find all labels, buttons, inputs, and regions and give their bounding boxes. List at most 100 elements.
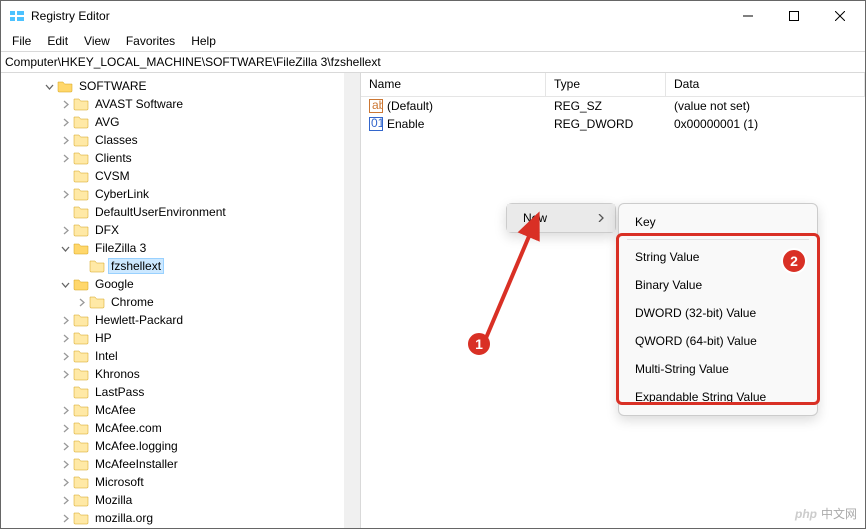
tree-item[interactable]: McAfee.logging [1, 437, 360, 455]
expander-icon[interactable] [57, 168, 73, 184]
folder-icon [73, 277, 89, 291]
menu-view[interactable]: View [77, 32, 117, 50]
tree-item-label: HP [93, 331, 114, 345]
tree-item[interactable]: McAfeeInstaller [1, 455, 360, 473]
list-row[interactable]: 011EnableREG_DWORD0x00000001 (1) [361, 115, 865, 133]
column-data[interactable]: Data [666, 73, 865, 96]
tree-item[interactable]: McAfee [1, 401, 360, 419]
tree-item-label: SOFTWARE [77, 79, 149, 93]
expander-icon[interactable] [57, 276, 73, 292]
expander-icon[interactable] [73, 294, 89, 310]
tree-item-label: McAfee.logging [93, 439, 180, 453]
expander-icon[interactable] [57, 150, 73, 166]
context-item-new-label: New [523, 211, 547, 225]
submenu-item-binary[interactable]: Binary Value [619, 271, 817, 299]
expander-icon[interactable] [57, 96, 73, 112]
context-item-new[interactable]: New [507, 204, 615, 232]
tree-item[interactable]: CyberLink [1, 185, 360, 203]
column-name[interactable]: Name [361, 73, 546, 96]
tree-item[interactable]: Hewlett-Packard [1, 311, 360, 329]
context-menu: New [506, 203, 616, 233]
tree-item[interactable]: mozilla.org [1, 509, 360, 527]
folder-icon [73, 439, 89, 453]
submenu-separator [627, 239, 809, 240]
folder-icon [73, 331, 89, 345]
folder-icon [73, 133, 89, 147]
expander-icon[interactable] [57, 366, 73, 382]
tree-item[interactable]: McAfee.com [1, 419, 360, 437]
tree-item[interactable]: Intel [1, 347, 360, 365]
submenu-item-dword[interactable]: DWORD (32-bit) Value [619, 299, 817, 327]
list-row[interactable]: ab(Default)REG_SZ(value not set) [361, 97, 865, 115]
tree-item[interactable]: AVG [1, 113, 360, 131]
expander-icon[interactable] [57, 114, 73, 130]
tree-item[interactable]: AVAST Software [1, 95, 360, 113]
tree-item[interactable]: Clients [1, 149, 360, 167]
expander-icon[interactable] [57, 204, 73, 220]
folder-icon [73, 151, 89, 165]
expander-icon[interactable] [73, 258, 89, 274]
address-bar[interactable]: Computer\HKEY_LOCAL_MACHINE\SOFTWARE\Fil… [1, 51, 865, 73]
tree-item[interactable]: DFX [1, 221, 360, 239]
tree-item[interactable]: HP [1, 329, 360, 347]
tree-item[interactable]: Chrome [1, 293, 360, 311]
submenu-item-qword[interactable]: QWORD (64-bit) Value [619, 327, 817, 355]
expander-icon[interactable] [57, 222, 73, 238]
tree-item-label: mozilla.org [93, 511, 155, 525]
submenu-item-string[interactable]: String Value [619, 243, 817, 271]
tree-item[interactable]: CVSM [1, 167, 360, 185]
expander-icon[interactable] [57, 132, 73, 148]
list-header: Name Type Data [361, 73, 865, 97]
expander-icon[interactable] [57, 420, 73, 436]
folder-icon [73, 223, 89, 237]
expander-icon[interactable] [57, 384, 73, 400]
tree-item[interactable]: fzshellext [1, 257, 360, 275]
column-type[interactable]: Type [546, 73, 666, 96]
tree-item-label: AVAST Software [93, 97, 185, 111]
maximize-button[interactable] [771, 1, 817, 31]
tree-item[interactable]: LastPass [1, 383, 360, 401]
tree-item[interactable]: DefaultUserEnvironment [1, 203, 360, 221]
menubar: File Edit View Favorites Help [1, 31, 865, 51]
expander-icon[interactable] [57, 330, 73, 346]
tree-item[interactable]: SOFTWARE [1, 77, 360, 95]
expander-icon[interactable] [57, 402, 73, 418]
menu-file[interactable]: File [5, 32, 38, 50]
submenu-item-key[interactable]: Key [619, 208, 817, 236]
submenu-item-multistring[interactable]: Multi-String Value [619, 355, 817, 383]
expander-icon[interactable] [57, 438, 73, 454]
expander-icon[interactable] [57, 348, 73, 364]
menu-edit[interactable]: Edit [40, 32, 75, 50]
tree-item-label: Clients [93, 151, 134, 165]
expander-icon[interactable] [57, 474, 73, 490]
folder-icon [89, 259, 105, 273]
folder-icon [57, 79, 73, 93]
folder-icon [89, 295, 105, 309]
expander-icon[interactable] [57, 456, 73, 472]
expander-icon[interactable] [57, 510, 73, 526]
expander-icon[interactable] [41, 78, 57, 94]
tree-item[interactable]: FileZilla 3 [1, 239, 360, 257]
close-button[interactable] [817, 1, 863, 31]
tree-item[interactable]: Google [1, 275, 360, 293]
expander-icon[interactable] [57, 240, 73, 256]
menu-help[interactable]: Help [184, 32, 223, 50]
folder-icon [73, 241, 89, 255]
submenu-item-expandstring[interactable]: Expandable String Value [619, 383, 817, 411]
tree-item[interactable]: Khronos [1, 365, 360, 383]
expander-icon[interactable] [57, 492, 73, 508]
folder-icon [73, 313, 89, 327]
tree-pane[interactable]: SOFTWARE AVAST Software AVGClasses Clients C… [1, 73, 361, 528]
tree-item[interactable]: Mozilla [1, 491, 360, 509]
list-pane[interactable]: Name Type Data ab(Default)REG_SZ(value n… [361, 73, 865, 528]
tree-item-label: McAfee [93, 403, 138, 417]
expander-icon[interactable] [57, 186, 73, 202]
minimize-button[interactable] [725, 1, 771, 31]
menu-favorites[interactable]: Favorites [119, 32, 182, 50]
tree-item-label: McAfeeInstaller [93, 457, 180, 471]
svg-text:011: 011 [371, 117, 383, 130]
expander-icon[interactable] [57, 312, 73, 328]
titlebar: Registry Editor [1, 1, 865, 31]
tree-item[interactable]: Microsoft [1, 473, 360, 491]
tree-item[interactable]: Classes [1, 131, 360, 149]
